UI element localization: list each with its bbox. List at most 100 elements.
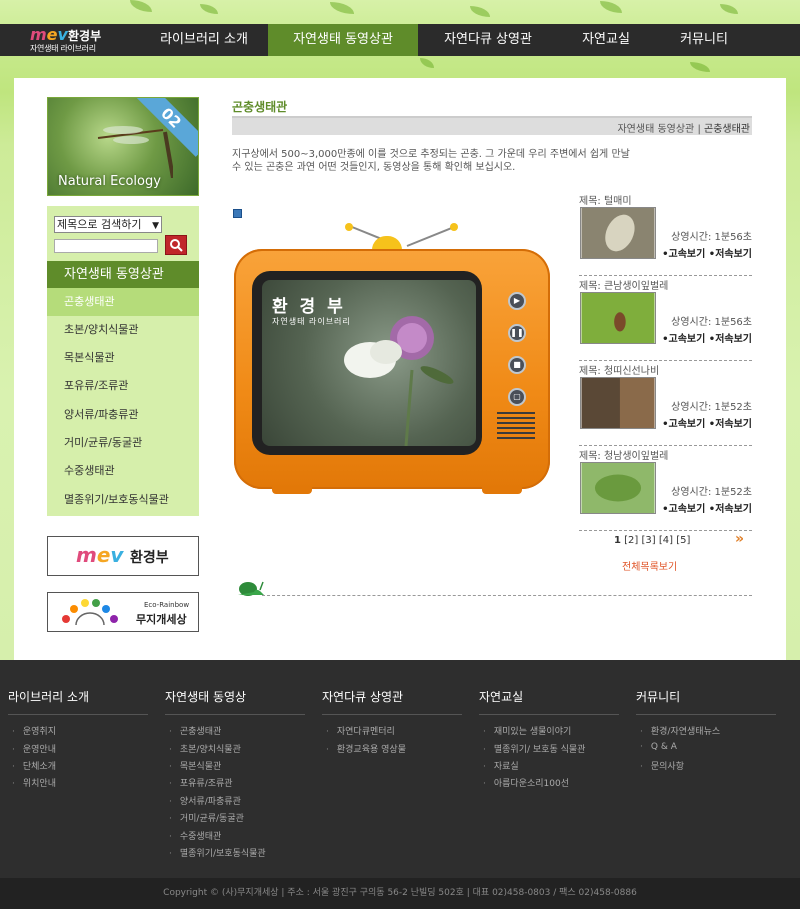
footer-link[interactable]: · 운영취지 [12, 724, 56, 737]
view-all-link[interactable]: 전체목록보기 [622, 558, 677, 573]
video-duration: 상영시간: 1분56초 [671, 232, 752, 243]
footer-link[interactable]: · 아름다운소리100선 [483, 776, 569, 789]
logo-subtitle: 자연생태 라이브러리 [30, 44, 96, 53]
next-page-icon[interactable]: » [735, 531, 744, 547]
breadcrumb-current: 곤충생태관 [704, 124, 750, 135]
site-logo[interactable]: mev 환경부 자연생태 라이브러리 [30, 24, 140, 56]
leaf-decoration [330, 2, 354, 14]
list-item[interactable]: 제목: 청띠신선나비 상영시간: 1분52초 •고속보기 •저속보기 [579, 362, 752, 446]
search-input[interactable] [54, 239, 158, 253]
video-speed-links[interactable]: •고속보기 •저속보기 [662, 415, 752, 430]
video-thumbnail[interactable] [580, 292, 656, 344]
sidebar-item-trees[interactable]: 목본식물관 [47, 344, 199, 372]
list-item[interactable]: 제목: 큰남생이잎벌레 상영시간: 1분56초 •고속보기 •저속보기 [579, 277, 752, 361]
search-icon [170, 239, 183, 252]
video-title[interactable]: 제목: 청남생이잎벌레 [579, 447, 668, 462]
footer-col-title[interactable]: 라이브러리 소개 [8, 688, 89, 705]
footer-link[interactable]: · 단체소개 [12, 759, 56, 772]
footer-link[interactable]: · 자료실 [483, 759, 519, 772]
list-item[interactable]: 제목: 청남생이잎벌레 상영시간: 1분52초 •고속보기 •저속보기 [579, 447, 752, 531]
page-link[interactable]: [5] [676, 535, 690, 546]
sidebar-item-herbs[interactable]: 초본/양치식물관 [47, 316, 199, 344]
footer-link[interactable]: · 양서류/파충류관 [169, 794, 241, 807]
moe-logo-icon: mev [76, 543, 124, 567]
nav-item-ecology-video[interactable]: 자연생태 동영상관 [268, 24, 418, 56]
moe-partner-label: 환경부 [130, 550, 169, 566]
sidebar-item-insects[interactable]: 곤충생태관 [47, 288, 199, 316]
logo-text: 환경부 [68, 29, 102, 43]
footer-link[interactable]: · Q & A [640, 742, 677, 752]
page-link[interactable]: [3] [642, 535, 656, 546]
video-thumbnail[interactable] [580, 462, 656, 514]
divider [262, 595, 752, 596]
leaf-decoration [420, 58, 434, 68]
main-nav: mev 환경부 자연생태 라이브러리 라이브러리 소개 자연생태 동영상관 자연… [0, 24, 800, 56]
footer-link[interactable]: · 재미있는 생물이야기 [483, 724, 571, 737]
footer-link[interactable]: · 곤충생태관 [169, 724, 221, 737]
dragonfly-icon [97, 126, 173, 178]
video-duration: 상영시간: 1분52초 [671, 402, 752, 413]
footer-link[interactable]: · 초본/양치식물관 [169, 742, 241, 755]
list-item[interactable]: 제목: 털매미 상영시간: 1분56초 •고속보기 •저속보기 [579, 192, 752, 276]
sidebar-item-mammals-birds[interactable]: 포유류/조류관 [47, 372, 199, 400]
nav-item-library-intro[interactable]: 라이브러리 소개 [140, 24, 268, 56]
footer: 라이브러리 소개 · 운영취지 · 운영안내 · 단체소개 · 위치안내 자연생태 동영… [0, 660, 800, 909]
footer-link[interactable]: · 목본식물관 [169, 759, 221, 772]
leaf-decoration [130, 0, 152, 12]
play-icon[interactable]: ▶ [508, 292, 526, 310]
sidebar: 제목으로 검색하기 ▼ 자연생태 동영상관 곤충생태관 초본/양치식물관 목본식… [47, 206, 199, 516]
footer-link[interactable]: · 거미/균류/동굴관 [169, 811, 244, 824]
footer-link[interactable]: · 문의사항 [640, 759, 684, 772]
search-type-value: 제목으로 검색하기 [57, 218, 142, 231]
snail-icon [238, 581, 264, 596]
footer-link[interactable]: · 환경/자연생태뉴스 [640, 724, 720, 737]
sidebar-item-spiders-fungi[interactable]: 거미/균류/동굴관 [47, 429, 199, 457]
footer-col-title[interactable]: 자연다큐 상영관 [322, 688, 403, 705]
pause-icon[interactable]: ❚❚ [508, 324, 526, 342]
copyright-bar: Copyright © (사)무지개세상 | 주소 : 서울 광진구 구의동 5… [0, 878, 800, 909]
footer-col-title[interactable]: 자연생태 동영상 [165, 688, 246, 705]
sidebar-item-amphibians[interactable]: 양서류/파충류관 [47, 401, 199, 429]
nav-item-nature-class[interactable]: 자연교실 [558, 24, 654, 56]
leaf-decoration [690, 62, 710, 72]
nav-item-community[interactable]: 커뮤니티 [654, 24, 754, 56]
chevron-down-icon: ▼ [152, 221, 159, 231]
breadcrumb-parent[interactable]: 자연생태 동영상관 [617, 124, 694, 135]
rainbow-partner-label: 무지개세상 [136, 613, 187, 626]
footer-link[interactable]: · 수중생태관 [169, 829, 221, 842]
tv-brand: 환 경 부 [272, 297, 346, 317]
pagination: 1 [2] [3] [4] [5] [614, 535, 690, 546]
footer-link[interactable]: · 운영안내 [12, 742, 56, 755]
page-link[interactable]: [4] [659, 535, 673, 546]
moe-partner-link[interactable]: mev 환경부 [47, 536, 199, 576]
video-title[interactable]: 제목: 큰남생이잎벌레 [579, 277, 668, 292]
footer-link[interactable]: · 포유류/조류관 [169, 776, 233, 789]
search-button[interactable] [165, 235, 187, 255]
footer-link[interactable]: · 자연다큐멘터리 [326, 724, 395, 737]
footer-col-title[interactable]: 자연교실 [479, 688, 523, 705]
sidebar-item-endangered[interactable]: 멸종위기/보호동식물관 [47, 486, 199, 514]
video-player: 환 경 부 자연생태 라이브러리 ▶ ❚❚ ■ ▢ [232, 223, 554, 500]
banner-caption: Natural Ecology [58, 174, 161, 189]
footer-link[interactable]: · 멸종위기/보호동식물관 [169, 846, 266, 859]
search-type-select[interactable]: 제목으로 검색하기 ▼ [54, 216, 162, 233]
nav-item-documentary[interactable]: 자연다큐 상영관 [418, 24, 558, 56]
video-speed-links[interactable]: •고속보기 •저속보기 [662, 245, 752, 260]
video-thumbnail[interactable] [580, 377, 656, 429]
page-link[interactable]: [2] [624, 535, 638, 546]
video-title[interactable]: 제목: 청띠신선나비 [579, 362, 659, 377]
fullscreen-icon[interactable]: ▢ [508, 388, 526, 406]
footer-col-title[interactable]: 커뮤니티 [636, 688, 680, 705]
video-thumbnail[interactable] [580, 207, 656, 259]
video-speed-links[interactable]: •고속보기 •저속보기 [662, 330, 752, 345]
footer-link[interactable]: · 위치안내 [12, 776, 56, 789]
natural-ecology-banner: 02 Natural Ecology [47, 97, 199, 196]
stop-icon[interactable]: ■ [508, 356, 526, 374]
footer-link[interactable]: · 환경교육용 영상물 [326, 742, 406, 755]
video-title[interactable]: 제목: 털매미 [579, 192, 632, 207]
video-speed-links[interactable]: •고속보기 •저속보기 [662, 500, 752, 515]
video-duration: 상영시간: 1분56초 [671, 317, 752, 328]
sidebar-item-aquatic[interactable]: 수중생태관 [47, 457, 199, 485]
footer-link[interactable]: · 멸종위기/ 보호동 식물관 [483, 742, 585, 755]
rainbow-partner-link[interactable]: Eco-Rainbow 무지개세상 [47, 592, 199, 632]
